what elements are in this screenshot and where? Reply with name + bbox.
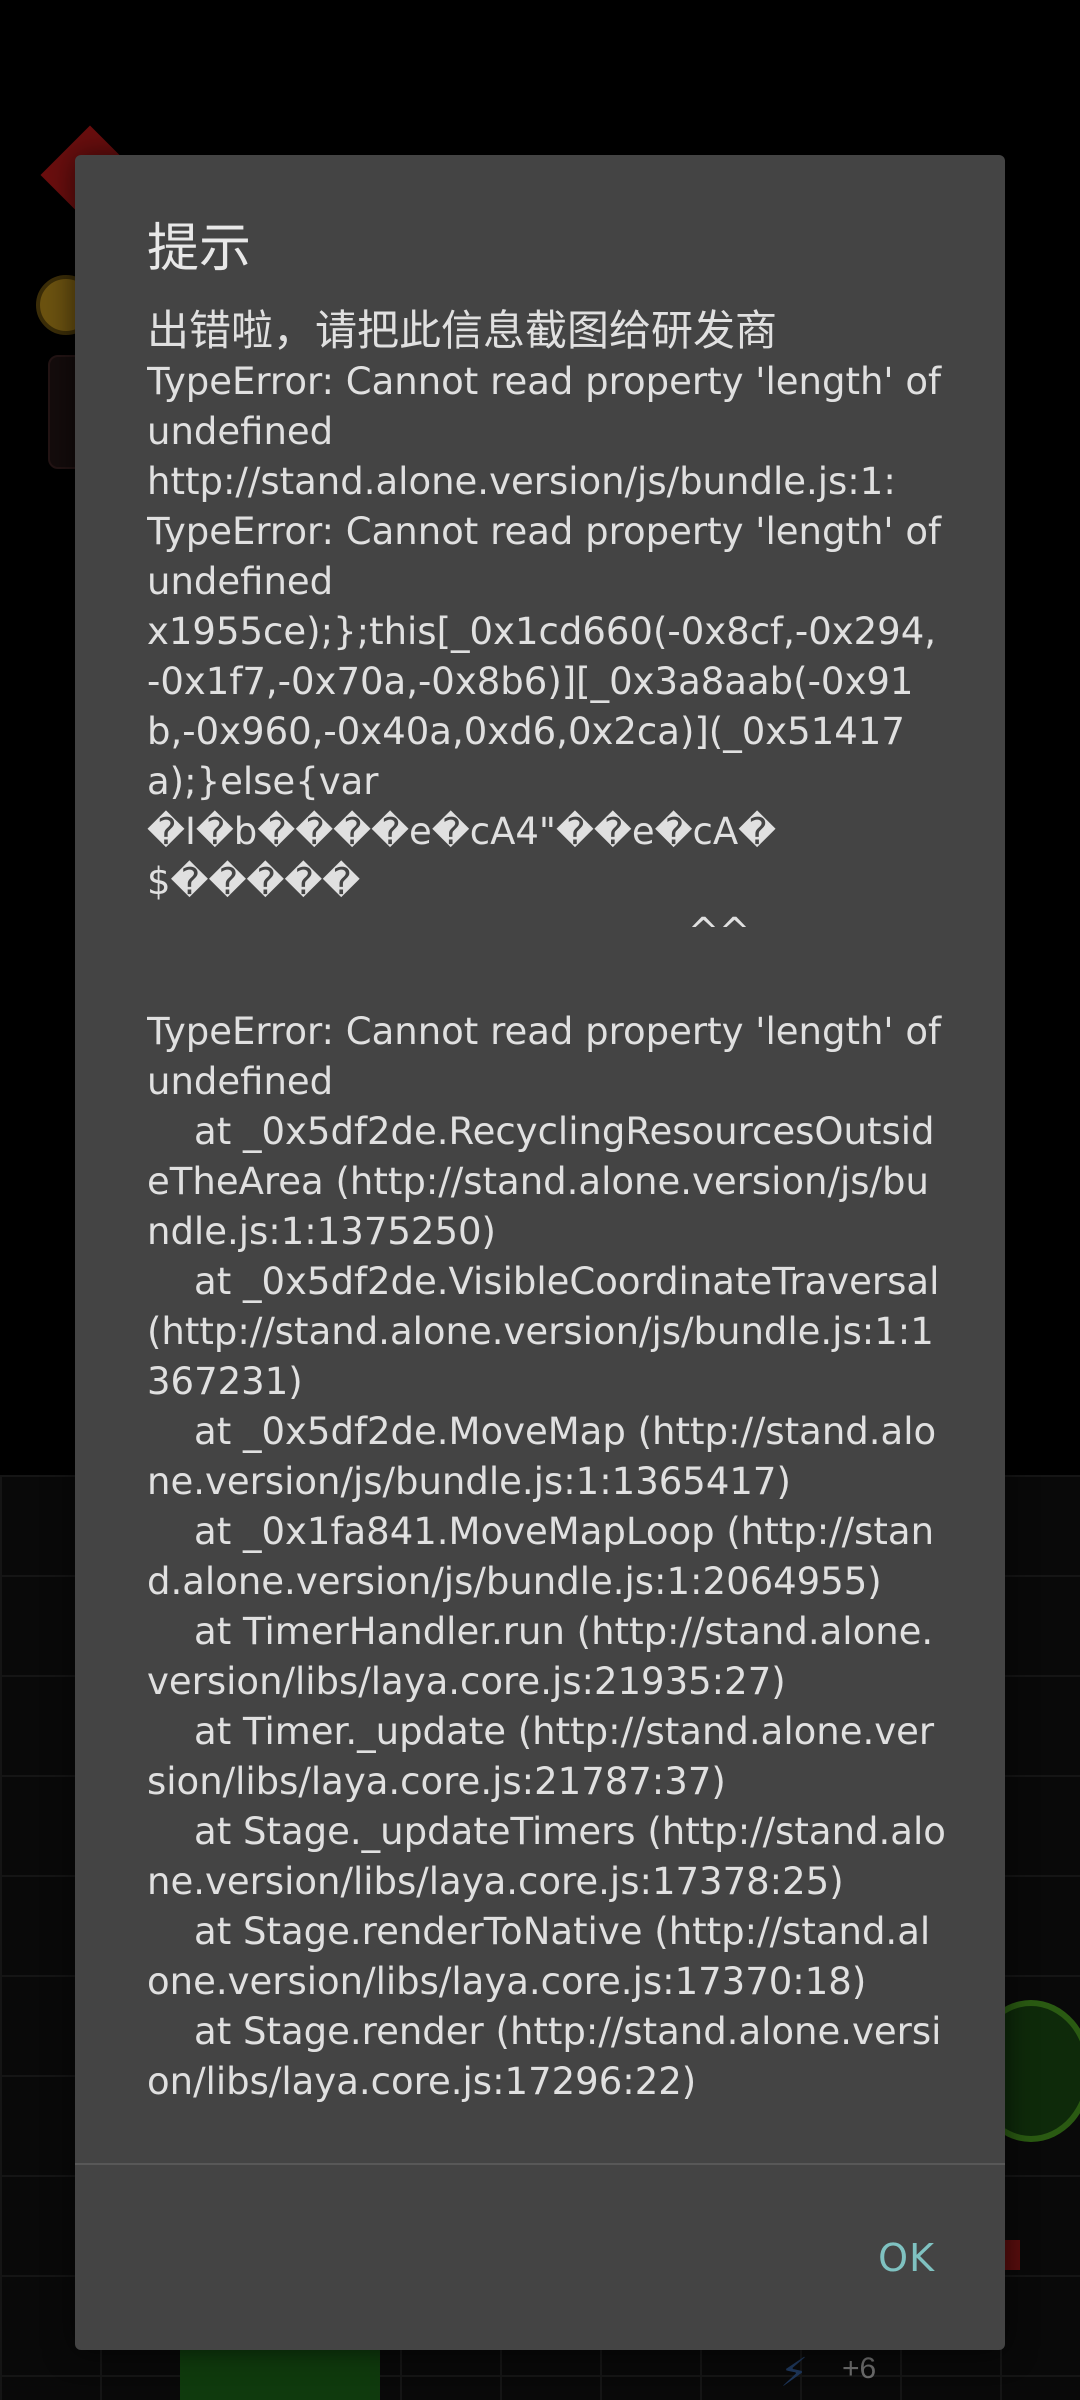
screen: ⚡ +6 提示 出错啦，请把此信息截图给研发商 TypeError: Canno… bbox=[0, 0, 1080, 2400]
dialog-title: 提示 bbox=[147, 219, 252, 279]
dialog-headline: 出错啦，请把此信息截图给研发商 bbox=[147, 306, 778, 355]
error-dialog: 提示 出错啦，请把此信息截图给研发商 TypeError: Cannot rea… bbox=[75, 155, 1005, 2350]
lightning-icon: ⚡ bbox=[780, 2350, 809, 2396]
dialog-message-scroll[interactable]: 出错啦，请把此信息截图给研发商 TypeError: Cannot read p… bbox=[147, 305, 947, 2120]
background-score-text: +6 bbox=[842, 2352, 877, 2385]
dialog-divider bbox=[75, 2163, 1005, 2165]
background-green-pad bbox=[180, 2345, 380, 2400]
error-stack-trace: TypeError: Cannot read property 'length'… bbox=[147, 360, 946, 2103]
ok-button[interactable]: OK bbox=[858, 2223, 955, 2293]
